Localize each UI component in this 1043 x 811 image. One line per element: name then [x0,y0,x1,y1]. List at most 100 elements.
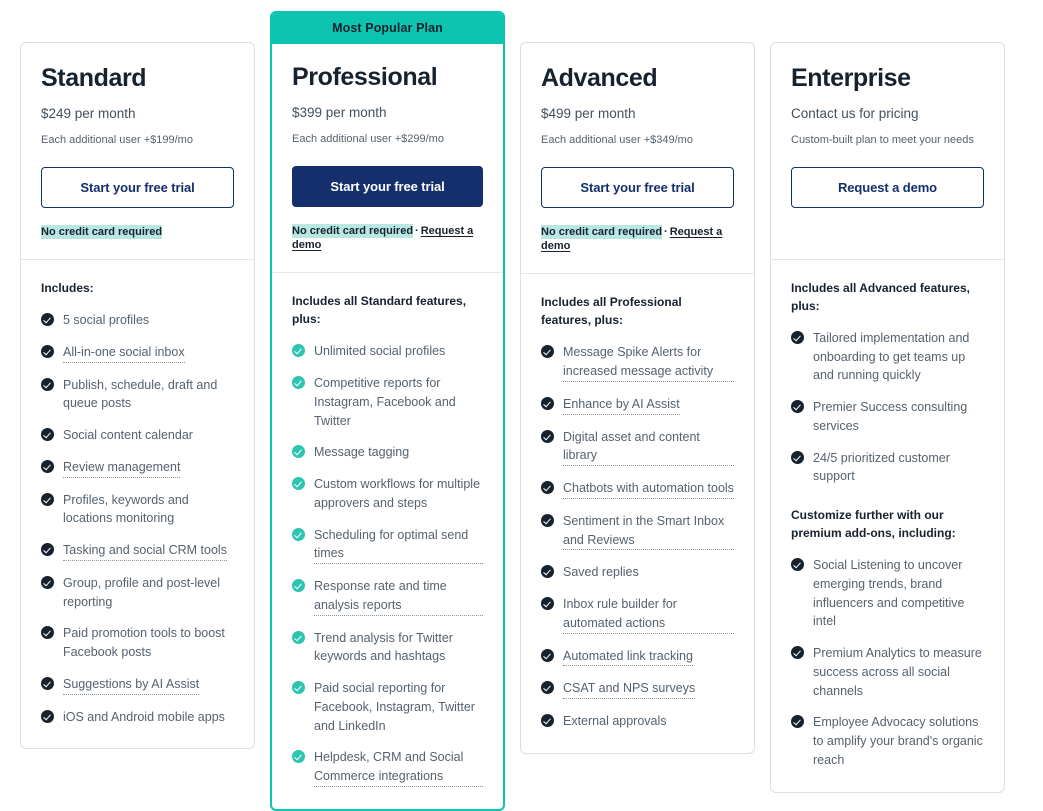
feature-label: Profiles, keywords and locations monitor… [63,492,189,526]
feature-list: 5 social profiles All-in-one social inbox… [41,311,234,726]
plan-features-body: Includes all Standard features, plus: Unl… [272,273,503,809]
check-circle-icon [292,445,305,459]
plan-cta-note [791,225,984,239]
feature-list-item: Message tagging [292,443,483,462]
check-circle-icon [41,492,54,506]
plan-additional-user-note: Each additional user +$299/mo [292,133,444,146]
feature-label[interactable]: Digital asset and content library [563,428,734,467]
feature-list-item: Social content calendar [41,426,234,445]
feature-list: Social Listening to uncover emerging tre… [791,556,984,770]
plan-cta-button[interactable]: Start your free trial [41,166,234,208]
check-circle-icon [292,579,305,593]
feature-list-item: All-in-one social inbox [41,343,234,363]
feature-label: Premium Analytics to measure success acr… [813,646,982,698]
feature-label[interactable]: Scheduling for optimal send times [314,526,483,565]
feature-label[interactable]: Response rate and time analysis reports [314,577,483,616]
feature-list-item: Group, profile and post-level reporting [41,574,234,612]
feature-label[interactable]: Suggestions by AI Assist [63,675,200,695]
feature-list-item: Sentiment in the Smart Inbox and Reviews [541,512,734,551]
feature-label: Competitive reports for Instagram, Faceb… [314,376,456,428]
feature-list-item: Profiles, keywords and locations monitor… [41,491,234,529]
feature-list-item: Social Listening to uncover emerging tre… [791,556,984,631]
pricing-plans-grid: Standard $249 per month Each additional us… [0,0,1043,811]
plan-cta-button[interactable]: Start your free trial [292,165,483,207]
feature-label[interactable]: Inbox rule builder for automated actions [563,595,734,634]
feature-list-item: Message Spike Alerts for increased messa… [541,343,734,382]
features-heading: Includes: [41,281,94,296]
plan-features-body: Includes all Professional features, plus… [521,274,754,753]
feature-list-item: Response rate and time analysis reports [292,577,483,616]
plan-additional-user-note: Custom-built plan to meet your needs [791,134,974,147]
feature-list-item: Trend analysis for Twitter keywords and … [292,629,483,667]
feature-label[interactable]: Enhance by AI Assist [563,395,680,415]
plan-card-standard: Standard $249 per month Each additional us… [20,42,255,750]
plan-price: $499 per month [541,105,636,121]
plan-cta-button[interactable]: Request a demo [791,166,984,208]
feature-list-item: Competitive reports for Instagram, Faceb… [292,374,483,430]
feature-label: Saved replies [563,565,639,580]
feature-label: Paid social reporting for Facebook, Inst… [314,681,475,733]
feature-list-item: Suggestions by AI Assist [41,675,234,695]
feature-label[interactable]: Automated link tracking [563,647,693,667]
check-circle-icon [541,648,554,662]
check-circle-icon [41,543,54,557]
feature-label: Tailored implementation and onboarding t… [813,330,970,383]
feature-list-item: Tailored implementation and onboarding t… [791,329,984,385]
feature-list-item: 24/5 prioritized customer support [791,449,984,487]
plan-title: Professional [292,63,438,91]
feature-list-item: Saved replies [541,563,734,582]
check-circle-icon [541,714,554,728]
plan-header: Enterprise Contact us for pricing Custom-b… [771,43,1004,260]
feature-label: Employee Advocacy solutions to amplify y… [813,715,983,767]
feature-label: iOS and Android mobile apps [63,709,225,724]
plan-features-body: Includes: 5 social profiles All-in-one soc… [21,260,254,748]
feature-list-item: Unlimited social profiles [292,342,483,361]
feature-label[interactable]: Helpdesk, CRM and Social Commerce integr… [314,748,483,787]
check-circle-icon [41,709,54,723]
check-circle-icon [791,400,804,414]
check-circle-icon [292,477,305,491]
check-circle-icon [292,376,305,390]
feature-label[interactable]: CSAT and NPS surveys [563,679,696,700]
feature-list-item: CSAT and NPS surveys [541,679,734,700]
check-circle-icon [41,575,54,589]
feature-list-item: Inbox rule builder for automated actions [541,595,734,634]
feature-label[interactable]: Message Spike Alerts for increased messa… [563,343,734,382]
check-circle-icon [791,715,804,729]
check-circle-icon [41,344,54,358]
plan-title: Standard [41,64,147,92]
check-circle-icon [292,527,305,541]
plan-features-body: Includes all Advanced features, plus: Tai… [771,260,1004,792]
feature-list-item: Automated link tracking [541,647,734,667]
feature-label[interactable]: Chatbots with automation tools [563,479,734,499]
feature-list-item: Scheduling for optimal send times [292,526,483,565]
plan-price: $249 per month [41,105,136,121]
feature-label: Publish, schedule, draft and queue posts [63,377,218,411]
check-circle-icon [541,345,554,359]
feature-label[interactable]: Review management [63,458,181,478]
feature-list-item: External approvals [541,712,734,731]
note-separator-dot: · [415,224,419,237]
plan-title: Advanced [541,64,658,92]
plan-cta-button[interactable]: Start your free trial [541,166,734,208]
plan-card-professional: Most Popular Plan Professional $399 per mo… [270,11,505,811]
check-circle-icon [41,676,54,690]
plan-additional-user-note: Each additional user +$349/mo [541,134,693,147]
features-heading: Includes all Advanced features, plus: [791,280,970,313]
feature-list-item: Chatbots with automation tools [541,479,734,499]
check-circle-icon [41,428,54,442]
feature-label[interactable]: All-in-one social inbox [63,343,185,363]
feature-list-item: 5 social profiles [41,311,234,330]
no-credit-card-note: No credit card required [292,223,414,238]
feature-list-item: Publish, schedule, draft and queue posts [41,376,234,414]
feature-list: Tailored implementation and onboarding t… [791,329,984,486]
check-circle-icon [541,513,554,527]
feature-label[interactable]: Sentiment in the Smart Inbox and Reviews [563,512,734,551]
feature-label: Social Listening to uncover emerging tre… [813,558,965,629]
feature-label[interactable]: Tasking and social CRM tools [63,541,227,561]
plan-header: Professional $399 per month Each additiona… [272,44,503,274]
features-heading: Includes all Professional features, plus… [541,295,682,328]
plan-header: Standard $249 per month Each additional us… [21,43,254,261]
check-circle-icon [541,481,554,495]
feature-list-item: Paid promotion tools to boost Facebook p… [41,624,234,662]
